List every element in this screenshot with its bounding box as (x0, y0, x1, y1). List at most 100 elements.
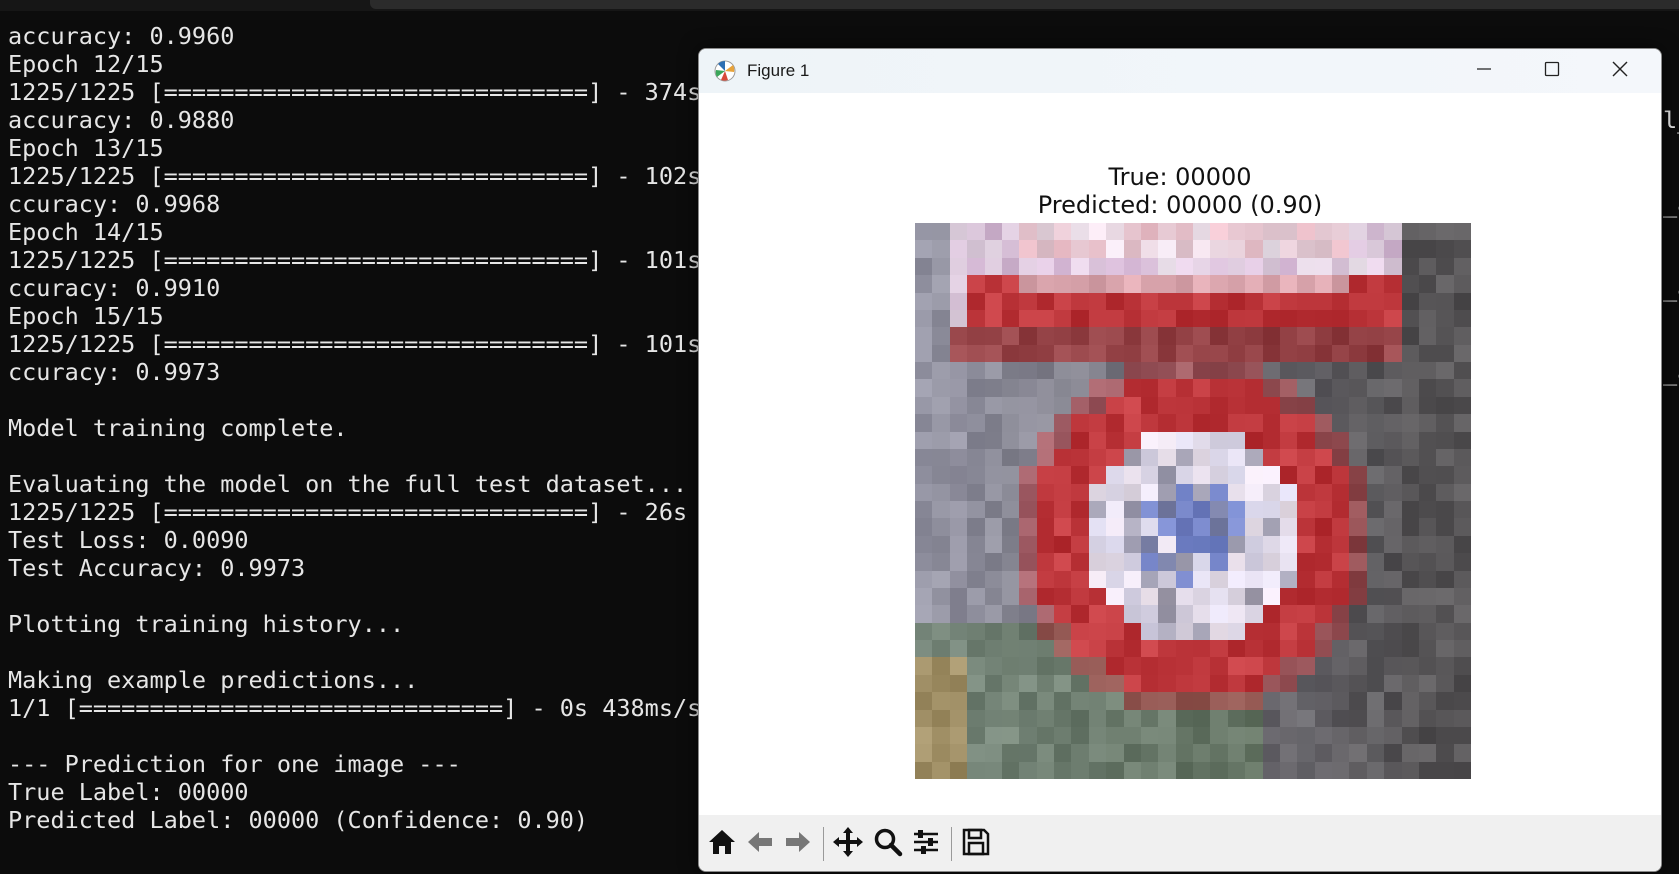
image-pixel (1123, 692, 1141, 710)
figure-canvas[interactable]: True: 00000 Predicted: 00000 (0.90) (699, 93, 1661, 815)
image-pixel (1140, 501, 1159, 519)
maximize-button[interactable] (1519, 49, 1585, 93)
image-pixel (984, 362, 1002, 380)
image-pixel (1071, 761, 1089, 779)
image-pixel (1418, 570, 1437, 588)
image-pixel (1227, 518, 1246, 536)
image-pixel (1297, 501, 1315, 519)
image-pixel (1314, 553, 1332, 571)
image-pixel (932, 709, 950, 727)
image-pixel (1418, 640, 1437, 658)
image-pixel (1366, 414, 1385, 432)
image-pixel (1158, 657, 1176, 675)
image-pixel (1279, 275, 1298, 293)
image-pixel (1088, 327, 1107, 345)
image-pixel (1436, 414, 1454, 432)
image-pixel (1193, 692, 1211, 710)
pan-button[interactable] (829, 825, 867, 863)
image-pixel (1349, 327, 1367, 345)
image-pixel (1418, 448, 1437, 467)
image-pixel (1418, 240, 1437, 258)
image-pixel (1123, 431, 1141, 449)
image-pixel (1384, 257, 1402, 276)
image-pixel (1193, 379, 1211, 397)
image-pixel (1314, 761, 1332, 779)
image-pixel (1175, 466, 1193, 484)
image-pixel (1332, 309, 1350, 328)
image-pixel (1106, 640, 1124, 658)
plot-title-predicted-label: Predicted: 00000 (0.90) (1037, 191, 1323, 219)
image-pixel (1349, 605, 1367, 623)
image-pixel (1193, 657, 1211, 675)
image-pixel (1262, 553, 1280, 571)
image-pixel (1279, 414, 1298, 432)
image-pixel (1401, 553, 1419, 571)
forward-button[interactable] (779, 825, 817, 863)
maximize-icon (1544, 61, 1560, 82)
terminal-line-fragment (1663, 302, 1679, 330)
configure-subplots-button[interactable] (907, 825, 945, 863)
image-pixel (1366, 483, 1385, 501)
image-pixel (984, 414, 1002, 432)
image-pixel (1366, 674, 1385, 693)
image-pixel (1071, 535, 1089, 554)
save-button[interactable] (957, 825, 995, 863)
image-pixel (1106, 587, 1124, 606)
image-pixel (1054, 483, 1072, 501)
window-titlebar[interactable]: Figure 1 (699, 49, 1661, 93)
image-pixel (1245, 518, 1263, 536)
image-pixel (1158, 466, 1176, 484)
image-pixel (932, 674, 950, 693)
home-button[interactable] (703, 825, 741, 863)
image-pixel (1297, 466, 1315, 484)
image-pixel (1210, 553, 1228, 571)
image-pixel (949, 327, 968, 345)
back-button[interactable] (741, 825, 779, 863)
image-pixel (1297, 553, 1315, 571)
image-pixel (1227, 483, 1246, 501)
image-pixel (1418, 414, 1437, 432)
image-pixel (1436, 726, 1454, 745)
image-pixel (1123, 761, 1141, 779)
image-pixel (1158, 761, 1176, 779)
image-pixel (1019, 570, 1037, 588)
image-pixel (1297, 726, 1315, 745)
forward-icon (783, 827, 813, 861)
image-pixel (1279, 605, 1298, 623)
image-pixel (1384, 535, 1402, 554)
image-pixel (1036, 309, 1054, 328)
image-pixel (1175, 379, 1193, 397)
image-pixel (1297, 414, 1315, 432)
image-pixel (1158, 674, 1176, 693)
minimize-button[interactable] (1451, 49, 1517, 93)
image-pixel (1001, 275, 1020, 293)
zoom-button[interactable] (869, 825, 907, 863)
image-pixel (932, 275, 950, 293)
image-pixel (1054, 761, 1072, 779)
close-button[interactable] (1587, 49, 1653, 93)
image-pixel (1140, 692, 1159, 710)
terminal-line: 1225/1225 [=============================… (8, 78, 702, 106)
image-pixel (967, 257, 985, 276)
image-pixel (1088, 431, 1107, 449)
image-pixel (1227, 674, 1246, 693)
image-pixel (915, 553, 933, 571)
toolbar-separator (951, 827, 952, 861)
image-pixel (1106, 674, 1124, 693)
image-pixel (932, 692, 950, 710)
image-pixel (1054, 535, 1072, 554)
image-pixel (1401, 414, 1419, 432)
image-pixel (1175, 553, 1193, 571)
image-pixel (1054, 709, 1072, 727)
image-pixel (1332, 640, 1350, 658)
image-pixel (1279, 501, 1298, 519)
image-pixel (984, 431, 1002, 449)
image-pixel (1210, 292, 1228, 310)
image-pixel (984, 309, 1002, 328)
image-pixel (932, 483, 950, 501)
image-pixel (1106, 240, 1124, 258)
image-pixel (915, 535, 933, 554)
image-pixel (1436, 483, 1454, 501)
image-pixel (1088, 587, 1107, 606)
